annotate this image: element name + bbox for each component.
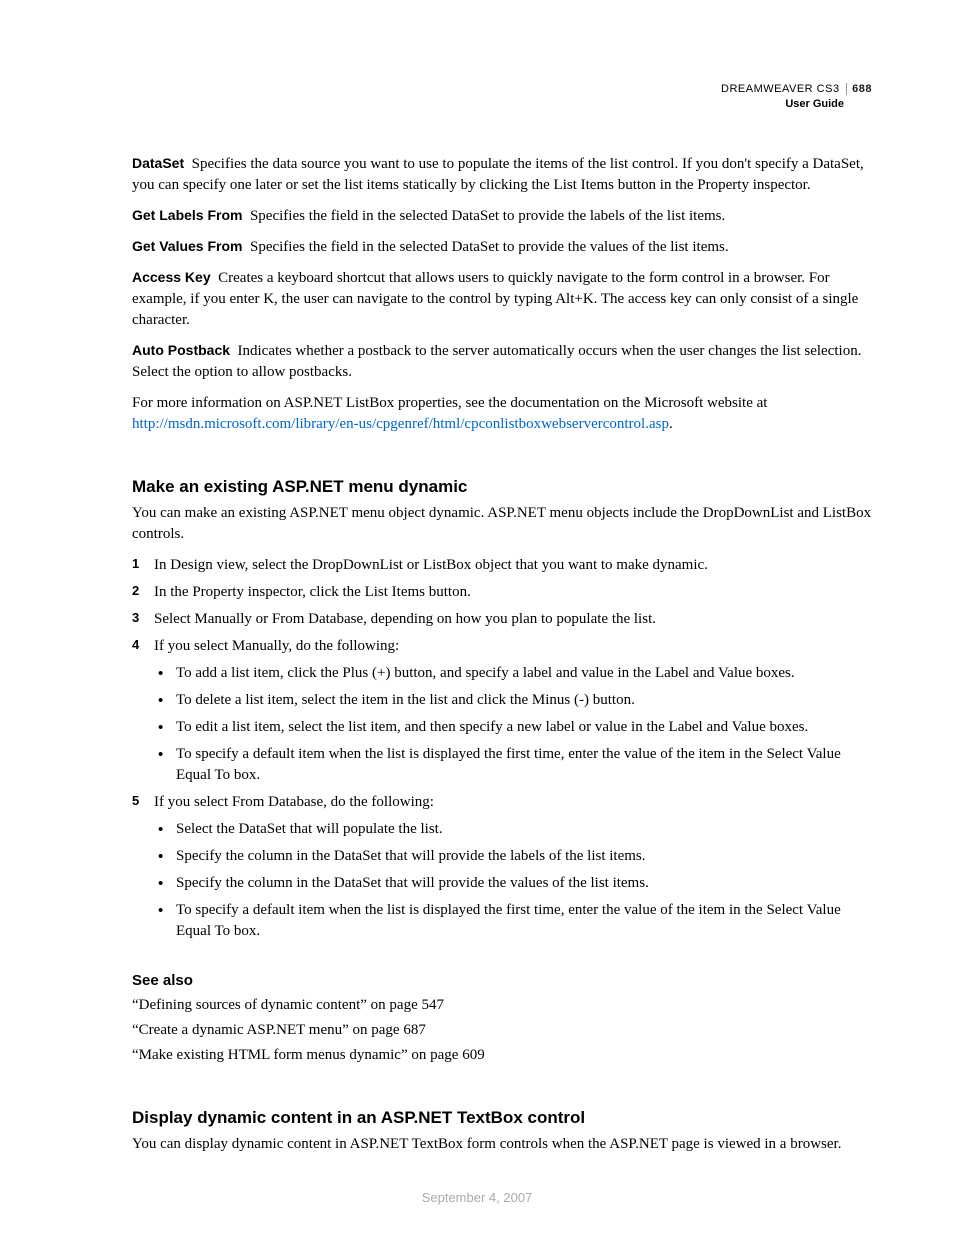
term-desc: Creates a keyboard shortcut that allows … xyxy=(132,270,858,328)
list-item: To specify a default item when the list … xyxy=(154,900,872,942)
bullet-text: To delete a list item, select the item i… xyxy=(176,692,635,708)
list-item: Specify the column in the DataSet that w… xyxy=(154,873,872,894)
term-desc: Specifies the data source you want to us… xyxy=(132,156,864,193)
manual-bullets: To add a list item, click the Plus (+) b… xyxy=(154,663,872,786)
step-5: 5If you select From Database, do the fol… xyxy=(132,792,872,942)
list-item: Specify the column in the DataSet that w… xyxy=(154,846,872,867)
definition-get-labels-from: Get Labels From Specifies the field in t… xyxy=(132,206,872,227)
step-text: Select Manually or From Database, depend… xyxy=(154,611,656,627)
list-item: To edit a list item, select the list ite… xyxy=(154,717,872,738)
term-desc: Indicates whether a postback to the serv… xyxy=(132,343,861,380)
bullet-text: To specify a default item when the list … xyxy=(176,902,841,939)
bullet-text: To edit a list item, select the list ite… xyxy=(176,719,808,735)
step-text: If you select Manually, do the following… xyxy=(154,638,399,654)
bullet-text: To specify a default item when the list … xyxy=(176,746,841,783)
header-line-1: DREAMWEAVER CS3 688 xyxy=(721,82,872,97)
heading-textbox-control: Display dynamic content in an ASP.NET Te… xyxy=(132,1106,872,1130)
list-item: To add a list item, click the Plus (+) b… xyxy=(154,663,872,684)
list-item: Select the DataSet that will populate th… xyxy=(154,819,872,840)
term-label: DataSet xyxy=(132,155,184,171)
page-number: 688 xyxy=(846,83,872,95)
definition-access-key: Access Key Creates a keyboard shortcut t… xyxy=(132,268,872,331)
step-2: 2In the Property inspector, click the Li… xyxy=(132,582,872,603)
heading-make-dynamic: Make an existing ASP.NET menu dynamic xyxy=(132,475,872,499)
term-desc: Specifies the field in the selected Data… xyxy=(250,208,725,224)
term-label: Get Labels From xyxy=(132,207,242,223)
see-also-item: “Create a dynamic ASP.NET menu” on page … xyxy=(132,1020,872,1041)
header-subtitle: User Guide xyxy=(721,97,844,112)
definition-get-values-from: Get Values From Specifies the field in t… xyxy=(132,237,872,258)
term-label: Access Key xyxy=(132,269,211,285)
page-header: DREAMWEAVER CS3 688 User Guide xyxy=(721,82,872,113)
see-also-item: “Make existing HTML form menus dynamic” … xyxy=(132,1045,872,1066)
more-info-lead: For more information on ASP.NET ListBox … xyxy=(132,395,767,411)
term-desc: Specifies the field in the selected Data… xyxy=(250,239,729,255)
more-info-tail: . xyxy=(669,416,673,432)
term-label: Get Values From xyxy=(132,238,242,254)
section1-intro: You can make an existing ASP.NET menu ob… xyxy=(132,503,872,545)
definition-auto-postback: Auto Postback Indicates whether a postba… xyxy=(132,341,872,383)
database-bullets: Select the DataSet that will populate th… xyxy=(154,819,872,942)
numbered-steps: 1In Design view, select the DropDownList… xyxy=(132,555,872,942)
section2-intro: You can display dynamic content in ASP.N… xyxy=(132,1134,872,1155)
step-3: 3Select Manually or From Database, depen… xyxy=(132,609,872,630)
page-content: DataSet Specifies the data source you wa… xyxy=(132,154,872,1155)
term-label: Auto Postback xyxy=(132,342,230,358)
list-item: To delete a list item, select the item i… xyxy=(154,690,872,711)
step-text: In the Property inspector, click the Lis… xyxy=(154,584,471,600)
list-item: To specify a default item when the list … xyxy=(154,744,872,786)
bullet-text: Specify the column in the DataSet that w… xyxy=(176,875,649,891)
document-page: DREAMWEAVER CS3 688 User Guide DataSet S… xyxy=(0,0,954,1235)
more-info-paragraph: For more information on ASP.NET ListBox … xyxy=(132,393,872,435)
see-also-item: “Defining sources of dynamic content” on… xyxy=(132,995,872,1016)
bullet-text: To add a list item, click the Plus (+) b… xyxy=(176,665,795,681)
bullet-text: Select the DataSet that will populate th… xyxy=(176,821,443,837)
step-1: 1In Design view, select the DropDownList… xyxy=(132,555,872,576)
footer-date: September 4, 2007 xyxy=(0,1189,954,1207)
product-name: DREAMWEAVER CS3 xyxy=(721,83,840,95)
msdn-link[interactable]: http://msdn.microsoft.com/library/en-us/… xyxy=(132,416,669,432)
definition-dataset: DataSet Specifies the data source you wa… xyxy=(132,154,872,196)
step-text: In Design view, select the DropDownList … xyxy=(154,557,708,573)
step-text: If you select From Database, do the foll… xyxy=(154,794,434,810)
step-4: 4If you select Manually, do the followin… xyxy=(132,636,872,786)
bullet-text: Specify the column in the DataSet that w… xyxy=(176,848,645,864)
heading-see-also: See also xyxy=(132,970,872,991)
